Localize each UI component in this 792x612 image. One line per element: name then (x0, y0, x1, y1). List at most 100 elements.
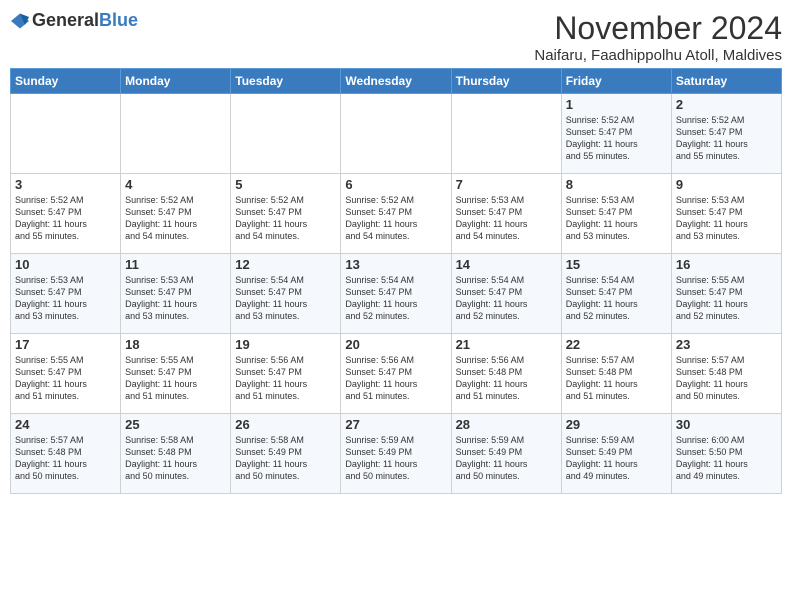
day-cell (121, 94, 231, 174)
day-info: Sunrise: 5:54 AM Sunset: 5:47 PM Dayligh… (345, 274, 446, 323)
day-cell: 28 Sunrise: 5:59 AM Sunset: 5:49 PM Dayli… (451, 414, 561, 494)
day-number: 30 (676, 417, 777, 432)
day-info: Sunrise: 5:55 AM Sunset: 5:47 PM Dayligh… (125, 354, 226, 403)
day-cell: 22 Sunrise: 5:57 AM Sunset: 5:48 PM Dayli… (561, 334, 671, 414)
day-number: 4 (125, 177, 226, 192)
header-tuesday: Tuesday (231, 69, 341, 94)
day-info: Sunrise: 5:54 AM Sunset: 5:47 PM Dayligh… (566, 274, 667, 323)
day-info: Sunrise: 5:58 AM Sunset: 5:48 PM Dayligh… (125, 434, 226, 483)
day-info: Sunrise: 5:52 AM Sunset: 5:47 PM Dayligh… (15, 194, 116, 243)
day-cell: 13Sunrise: 5:54 AM Sunset: 5:47 PM Dayli… (341, 254, 451, 334)
week-row-0: 1 Sunrise: 5:52 AM Sunset: 5:47 PM Daylig… (11, 94, 782, 174)
day-info: Sunrise: 5:57 AM Sunset: 5:48 PM Dayligh… (676, 354, 777, 403)
day-cell: 8 Sunrise: 5:53 AM Sunset: 5:47 PM Daylig… (561, 174, 671, 254)
day-info: Sunrise: 5:53 AM Sunset: 5:47 PM Dayligh… (566, 194, 667, 243)
day-number: 1 (566, 97, 667, 112)
day-number: 16 (676, 257, 777, 272)
day-number: 8 (566, 177, 667, 192)
week-row-4: 24Sunrise: 5:57 AM Sunset: 5:48 PM Dayli… (11, 414, 782, 494)
day-number: 17 (15, 337, 116, 352)
day-cell: 4 Sunrise: 5:52 AM Sunset: 5:47 PM Daylig… (121, 174, 231, 254)
day-number: 3 (15, 177, 116, 192)
header-wednesday: Wednesday (341, 69, 451, 94)
day-info: Sunrise: 5:52 AM Sunset: 5:47 PM Dayligh… (566, 114, 667, 163)
day-cell: 23 Sunrise: 5:57 AM Sunset: 5:48 PM Dayli… (671, 334, 781, 414)
day-number: 22 (566, 337, 667, 352)
day-cell: 7 Sunrise: 5:53 AM Sunset: 5:47 PM Daylig… (451, 174, 561, 254)
day-number: 23 (676, 337, 777, 352)
day-info: Sunrise: 5:57 AM Sunset: 5:48 PM Dayligh… (566, 354, 667, 403)
page-header: GeneralBlue November 2024 Naifaru, Faadh… (10, 10, 782, 64)
day-number: 9 (676, 177, 777, 192)
day-cell (451, 94, 561, 174)
day-info: Sunrise: 5:52 AM Sunset: 5:47 PM Dayligh… (676, 114, 777, 163)
title-area: November 2024 Naifaru, Faadhippolhu Atol… (534, 10, 782, 64)
logo-general: General (32, 10, 99, 30)
day-cell: 14 Sunrise: 5:54 AM Sunset: 5:47 PM Dayli… (451, 254, 561, 334)
day-info: Sunrise: 5:56 AM Sunset: 5:47 PM Dayligh… (345, 354, 446, 403)
day-info: Sunrise: 5:59 AM Sunset: 5:49 PM Dayligh… (456, 434, 557, 483)
day-number: 27 (345, 417, 446, 432)
day-number: 14 (456, 257, 557, 272)
logo-blue: Blue (99, 10, 138, 30)
day-cell: 16 Sunrise: 5:55 AM Sunset: 5:47 PM Dayli… (671, 254, 781, 334)
day-info: Sunrise: 5:53 AM Sunset: 5:47 PM Dayligh… (456, 194, 557, 243)
logo-icon (10, 11, 30, 31)
day-info: Sunrise: 5:59 AM Sunset: 5:49 PM Dayligh… (566, 434, 667, 483)
day-cell: 15 Sunrise: 5:54 AM Sunset: 5:47 PM Dayli… (561, 254, 671, 334)
day-cell: 21 Sunrise: 5:56 AM Sunset: 5:48 PM Dayli… (451, 334, 561, 414)
day-cell: 20 Sunrise: 5:56 AM Sunset: 5:47 PM Dayli… (341, 334, 451, 414)
day-cell (11, 94, 121, 174)
day-number: 2 (676, 97, 777, 112)
header-sunday: Sunday (11, 69, 121, 94)
day-info: Sunrise: 5:56 AM Sunset: 5:48 PM Dayligh… (456, 354, 557, 403)
day-number: 24 (15, 417, 116, 432)
day-number: 15 (566, 257, 667, 272)
day-cell: 12Sunrise: 5:54 AM Sunset: 5:47 PM Dayli… (231, 254, 341, 334)
header-thursday: Thursday (451, 69, 561, 94)
day-number: 10 (15, 257, 116, 272)
day-cell (341, 94, 451, 174)
day-cell: 24Sunrise: 5:57 AM Sunset: 5:48 PM Dayli… (11, 414, 121, 494)
day-info: Sunrise: 5:52 AM Sunset: 5:47 PM Dayligh… (125, 194, 226, 243)
day-cell: 2 Sunrise: 5:52 AM Sunset: 5:47 PM Daylig… (671, 94, 781, 174)
month-title: November 2024 (534, 10, 782, 47)
day-number: 11 (125, 257, 226, 272)
calendar-body: 1 Sunrise: 5:52 AM Sunset: 5:47 PM Daylig… (11, 94, 782, 494)
day-number: 6 (345, 177, 446, 192)
day-cell: 29 Sunrise: 5:59 AM Sunset: 5:49 PM Dayli… (561, 414, 671, 494)
day-cell: 30 Sunrise: 6:00 AM Sunset: 5:50 PM Dayli… (671, 414, 781, 494)
day-number: 19 (235, 337, 336, 352)
day-number: 28 (456, 417, 557, 432)
day-number: 7 (456, 177, 557, 192)
week-row-3: 17 Sunrise: 5:55 AM Sunset: 5:47 PM Dayli… (11, 334, 782, 414)
day-info: Sunrise: 5:53 AM Sunset: 5:47 PM Dayligh… (125, 274, 226, 323)
day-info: Sunrise: 5:54 AM Sunset: 5:47 PM Dayligh… (456, 274, 557, 323)
day-cell: 6 Sunrise: 5:52 AM Sunset: 5:47 PM Daylig… (341, 174, 451, 254)
header-friday: Friday (561, 69, 671, 94)
day-number: 29 (566, 417, 667, 432)
week-row-1: 3 Sunrise: 5:52 AM Sunset: 5:47 PM Daylig… (11, 174, 782, 254)
week-row-2: 10 Sunrise: 5:53 AM Sunset: 5:47 PM Dayli… (11, 254, 782, 334)
day-info: Sunrise: 5:56 AM Sunset: 5:47 PM Dayligh… (235, 354, 336, 403)
day-info: Sunrise: 5:55 AM Sunset: 5:47 PM Dayligh… (15, 354, 116, 403)
day-cell: 9 Sunrise: 5:53 AM Sunset: 5:47 PM Daylig… (671, 174, 781, 254)
day-number: 21 (456, 337, 557, 352)
day-cell: 3 Sunrise: 5:52 AM Sunset: 5:47 PM Daylig… (11, 174, 121, 254)
day-number: 20 (345, 337, 446, 352)
day-info: Sunrise: 6:00 AM Sunset: 5:50 PM Dayligh… (676, 434, 777, 483)
calendar-header: SundayMondayTuesdayWednesdayThursdayFrid… (11, 69, 782, 94)
day-number: 26 (235, 417, 336, 432)
day-info: Sunrise: 5:52 AM Sunset: 5:47 PM Dayligh… (345, 194, 446, 243)
day-info: Sunrise: 5:58 AM Sunset: 5:49 PM Dayligh… (235, 434, 336, 483)
header-monday: Monday (121, 69, 231, 94)
day-info: Sunrise: 5:53 AM Sunset: 5:47 PM Dayligh… (676, 194, 777, 243)
day-cell: 25Sunrise: 5:58 AM Sunset: 5:48 PM Dayli… (121, 414, 231, 494)
header-row: SundayMondayTuesdayWednesdayThursdayFrid… (11, 69, 782, 94)
day-info: Sunrise: 5:55 AM Sunset: 5:47 PM Dayligh… (676, 274, 777, 323)
day-cell: 18Sunrise: 5:55 AM Sunset: 5:47 PM Dayli… (121, 334, 231, 414)
day-cell: 26 Sunrise: 5:58 AM Sunset: 5:49 PM Dayli… (231, 414, 341, 494)
header-saturday: Saturday (671, 69, 781, 94)
day-cell: 27Sunrise: 5:59 AM Sunset: 5:49 PM Dayli… (341, 414, 451, 494)
day-cell: 11 Sunrise: 5:53 AM Sunset: 5:47 PM Dayli… (121, 254, 231, 334)
